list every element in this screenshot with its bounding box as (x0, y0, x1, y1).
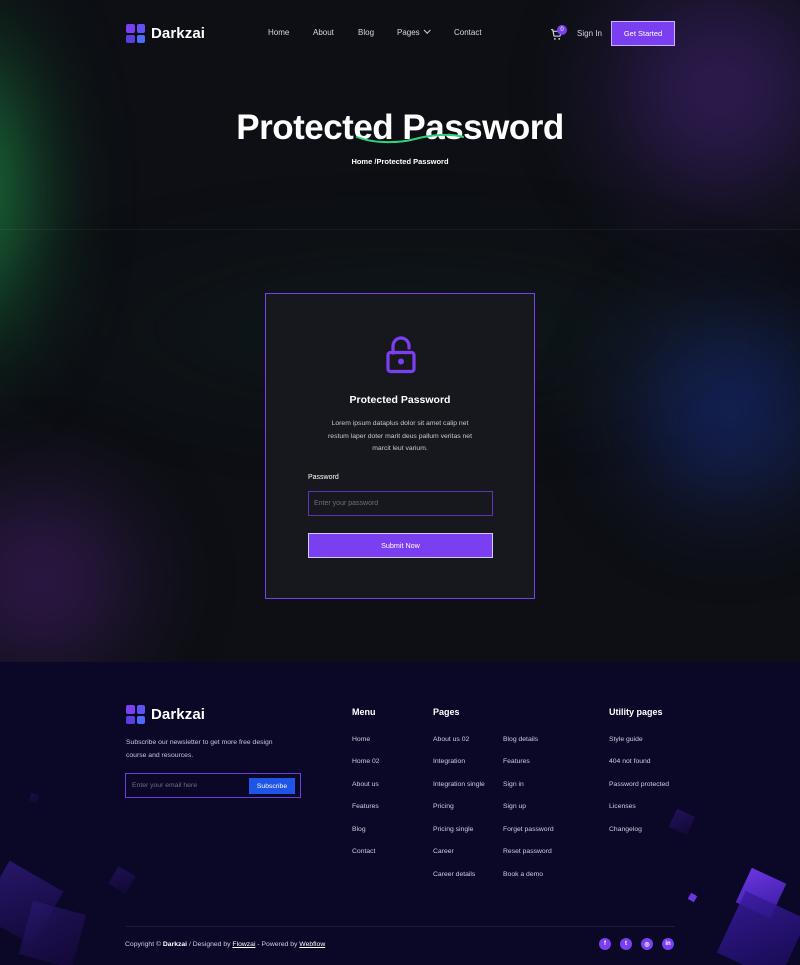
nav-link-pages[interactable]: Pages (397, 26, 431, 37)
nav-link-about[interactable]: About (313, 28, 334, 37)
footer-pages-title: Pages (433, 707, 460, 717)
submit-button[interactable]: Submit Now (308, 533, 493, 558)
card-description: Lorem ipsum dataplus dolor sit amet cali… (328, 420, 472, 452)
footer-link[interactable]: About us (352, 781, 379, 788)
sign-in-link[interactable]: Sign In (577, 29, 602, 38)
newsletter-email-input[interactable] (132, 778, 242, 793)
nav-link-home[interactable]: Home (268, 28, 289, 37)
footer-link[interactable]: Style guide (609, 736, 643, 743)
footer-link[interactable]: 404 not found (609, 758, 651, 765)
logo-mark-icon (126, 24, 145, 43)
footer-link[interactable]: Pricing (433, 803, 454, 810)
top-navbar: Darkzai Home About Blog Pages Contact 0 … (0, 0, 800, 68)
card-title: Protected Password (349, 394, 451, 406)
hero-divider (0, 229, 800, 230)
password-label: Password (308, 474, 339, 481)
logo-mark-icon (126, 705, 145, 724)
footer-link[interactable]: About us 02 (433, 736, 469, 743)
footer-link[interactable]: Blog details (503, 736, 538, 743)
twitter-icon[interactable]: t (620, 938, 632, 950)
breadcrumb: Home /Protected Password (351, 157, 449, 166)
nav-link-pages-label: Pages (397, 28, 420, 37)
footer-link[interactable]: Licenses (609, 803, 636, 810)
chevron-down-icon (423, 26, 431, 34)
brand-logo[interactable]: Darkzai (126, 24, 205, 43)
footer-link[interactable]: Features (352, 803, 379, 810)
footer-logo[interactable]: Darkzai (126, 705, 205, 724)
footer-link[interactable]: Sign in (503, 781, 524, 788)
footer-link[interactable]: Home 02 (352, 758, 380, 765)
decorative-square (668, 808, 696, 836)
footer-menu-title: Menu (352, 707, 376, 717)
footer-link[interactable]: Pricing single (433, 826, 473, 833)
footer-link[interactable]: Blog (352, 826, 366, 833)
decorative-square (687, 892, 698, 903)
password-input[interactable] (308, 491, 493, 516)
facebook-icon[interactable]: f (599, 938, 611, 950)
footer-link[interactable]: Book a demo (503, 871, 543, 878)
footer-link[interactable]: Career (433, 848, 454, 855)
nav-link-contact[interactable]: Contact (454, 28, 482, 37)
decorative-square (108, 866, 136, 894)
newsletter-description: Subscribe our newsletter to get more fre… (126, 739, 273, 759)
decorative-square (28, 792, 40, 804)
footer-link[interactable]: Sign up (503, 803, 526, 810)
footer-link[interactable]: Changelog (609, 826, 642, 833)
footer-link[interactable]: Home (352, 736, 370, 743)
footer-link[interactable]: Career details (433, 871, 475, 878)
password-card: Protected Password Lorem ipsum dataplus … (265, 293, 535, 599)
footer-link[interactable]: Integration (433, 758, 465, 765)
footer-divider (126, 926, 675, 927)
brand-name: Darkzai (151, 25, 206, 42)
copyright-powered: - Powered by (257, 941, 298, 948)
footer-utility-title: Utility pages (609, 707, 663, 717)
purple-glow-bottom (0, 470, 200, 662)
linkedin-icon[interactable]: in (662, 938, 674, 950)
footer-link[interactable]: Forget password (503, 826, 554, 833)
footer: Darkzai Subscribe our newsletter to get … (0, 662, 800, 965)
copyright-brand: Darkzai (162, 941, 188, 948)
unlock-icon (386, 336, 416, 374)
cart-count-badge: 0 (557, 25, 567, 35)
get-started-button[interactable]: Get Started (611, 21, 675, 46)
footer-link[interactable]: Reset password (503, 848, 552, 855)
footer-link[interactable]: Features (503, 758, 530, 765)
designer-link[interactable]: Flowzai (232, 941, 255, 948)
footer-brand-name: Darkzai (151, 706, 206, 723)
instagram-icon[interactable]: ◎ (641, 938, 653, 950)
footer-link[interactable]: Password protected (609, 781, 669, 788)
copyright-text: Copyright © Darkzai / Designed by Flowza… (125, 941, 325, 948)
subscribe-button[interactable]: Subscribe (249, 778, 295, 794)
nav-link-blog[interactable]: Blog (358, 28, 374, 37)
footer-link[interactable]: Integration single (433, 781, 485, 788)
copyright-prefix: Copyright © (125, 941, 161, 948)
decorative-square (716, 890, 800, 965)
title-underline-decoration (356, 133, 464, 144)
platform-link[interactable]: Webflow (299, 941, 325, 948)
copyright-designed: / Designed by (188, 941, 231, 948)
newsletter-form: Subscribe (125, 773, 301, 798)
footer-link[interactable]: Contact (352, 848, 375, 855)
